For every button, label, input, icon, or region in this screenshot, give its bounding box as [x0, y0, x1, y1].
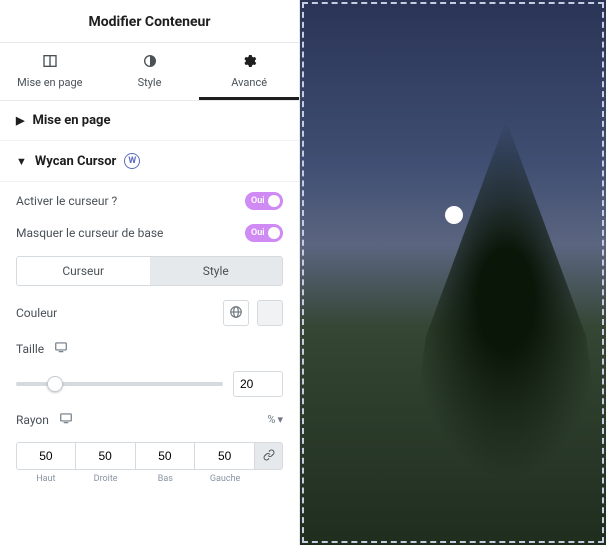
hide-base-label: Masquer le curseur de base — [16, 226, 163, 240]
caret-right-icon: ▶ — [16, 114, 24, 127]
panel-tabs: Mise en page Style Avancé — [0, 42, 299, 101]
responsive-icon[interactable] — [59, 411, 73, 428]
caret-down-icon: ▼ — [16, 155, 27, 168]
global-color-button[interactable] — [223, 300, 249, 326]
link-values-button[interactable] — [255, 442, 283, 470]
subtab-style[interactable]: Style — [150, 257, 283, 285]
caption-right: Droite — [94, 474, 118, 484]
hide-base-toggle[interactable]: Oui — [245, 224, 283, 242]
tab-advanced[interactable]: Avancé — [199, 43, 299, 100]
layout-icon — [42, 53, 58, 72]
subtab-cursor[interactable]: Curseur — [17, 257, 150, 285]
size-label: Taille — [16, 342, 44, 356]
color-label: Couleur — [16, 306, 57, 320]
section-title: Wycan Cursor — [35, 154, 116, 169]
tab-style[interactable]: Style — [100, 43, 200, 100]
section-title: Mise en page — [32, 113, 110, 128]
activate-toggle[interactable]: Oui — [245, 192, 283, 210]
tab-label: Mise en page — [17, 76, 82, 89]
panel-title: Modifier Conteneur — [0, 0, 299, 42]
globe-icon — [229, 305, 243, 322]
wycan-badge-icon: W — [124, 153, 140, 169]
radius-unit-selector[interactable]: % ▾ — [267, 413, 283, 426]
selection-outline — [302, 2, 604, 543]
caption-left: Gauche — [210, 474, 240, 484]
section-layout-header[interactable]: ▶ Mise en page — [0, 101, 299, 141]
custom-cursor-dot — [445, 206, 463, 224]
chevron-down-icon: ▾ — [277, 413, 283, 426]
caption-bottom: Bas — [158, 474, 173, 484]
radius-top-input[interactable] — [16, 442, 76, 470]
toggle-state: Oui — [251, 196, 265, 206]
size-slider[interactable] — [16, 375, 223, 393]
size-input[interactable] — [233, 371, 283, 397]
color-swatch[interactable] — [257, 300, 283, 326]
radius-bottom-input[interactable] — [136, 442, 196, 470]
caption-top: Haut — [36, 474, 55, 484]
contrast-icon — [142, 53, 158, 72]
responsive-icon[interactable] — [54, 340, 68, 357]
tab-label: Style — [138, 76, 162, 89]
subtab-switch: Curseur Style — [16, 256, 283, 286]
tab-layout[interactable]: Mise en page — [0, 43, 100, 100]
radius-left-input[interactable] — [195, 442, 255, 470]
unit-value: % — [267, 413, 275, 426]
section-wycan-header[interactable]: ▼ Wycan Cursor W — [0, 141, 299, 182]
section-wycan-body: Activer le curseur ? Oui Masquer le curs… — [0, 182, 299, 498]
radius-label: Rayon — [16, 413, 49, 427]
radius-right-input[interactable] — [76, 442, 136, 470]
preview-canvas[interactable] — [300, 0, 606, 545]
gear-icon — [241, 53, 257, 72]
activate-label: Activer le curseur ? — [16, 194, 117, 208]
slider-thumb[interactable] — [47, 376, 63, 392]
toggle-state: Oui — [251, 228, 265, 238]
link-icon — [263, 449, 275, 464]
tab-label: Avancé — [231, 76, 267, 89]
